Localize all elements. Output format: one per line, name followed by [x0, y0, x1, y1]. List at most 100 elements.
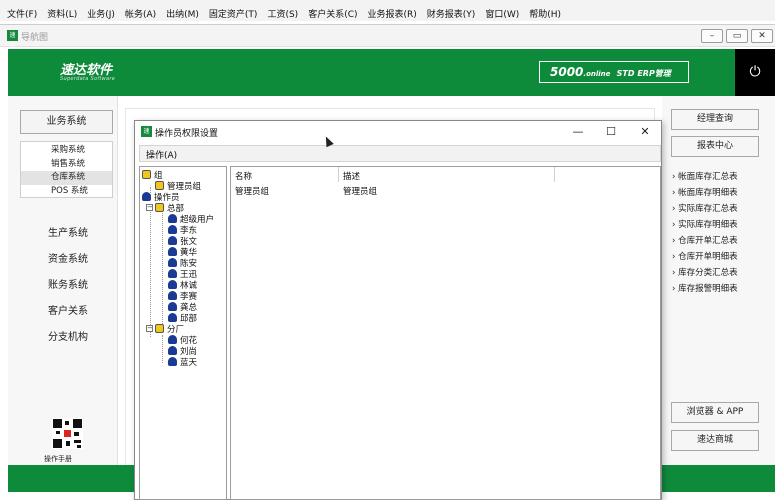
nav-link-production[interactable]: 生产系统	[48, 224, 88, 239]
report-link[interactable]: › 帐面库存明细表	[672, 186, 738, 198]
menu-accounts[interactable]: 帐务(A)	[120, 7, 161, 20]
menu-file[interactable]: 文件(F)	[2, 7, 42, 20]
power-icon[interactable]: ⏻	[735, 49, 775, 96]
sub-system-list: 采购系统 销售系统 仓库系统 POS 系统	[20, 141, 113, 198]
person-icon	[168, 346, 177, 355]
tree-node-operator[interactable]: 超级用户	[168, 213, 214, 225]
tree-node-hq[interactable]: − 总部	[146, 202, 184, 214]
close-icon[interactable]: ✕	[751, 29, 773, 43]
person-icon	[168, 313, 177, 322]
sub-item-sales[interactable]: 销售系统	[21, 158, 112, 172]
dialog-title: 操作员权限设置	[155, 129, 219, 139]
menu-help[interactable]: 帮助(H)	[524, 7, 566, 20]
manager-query-button[interactable]: 经理查询	[671, 109, 759, 130]
tree-node-operator[interactable]: 刘尚	[168, 345, 197, 357]
group-icon	[155, 203, 164, 212]
person-icon	[168, 236, 177, 245]
report-link[interactable]: › 库存分类汇总表	[672, 266, 738, 278]
person-icon	[168, 280, 177, 289]
group-icon	[155, 181, 164, 190]
tree-node-operator[interactable]: 蓝天	[168, 356, 197, 368]
product-edition: .online	[583, 70, 611, 78]
tree-node-operator[interactable]: 黄华	[168, 246, 197, 258]
column-header-description[interactable]: 描述	[343, 170, 360, 182]
report-link-label: 实际库存明细表	[678, 220, 738, 230]
navigation-window-title: 导航图	[21, 33, 49, 43]
person-icon	[168, 269, 177, 278]
person-icon	[168, 225, 177, 234]
tree-node-operator[interactable]: 李东	[168, 224, 197, 236]
tree-node-operator[interactable]: 龚总	[168, 301, 197, 313]
sub-item-warehouse[interactable]: 仓库系统	[21, 171, 112, 185]
operation-menu-button[interactable]: 操作(A)	[146, 148, 177, 161]
sub-item-pos[interactable]: POS 系统	[21, 185, 112, 199]
nav-link-funds[interactable]: 资金系统	[48, 250, 88, 265]
report-link-label: 库存报警明细表	[678, 284, 738, 294]
browser-app-button[interactable]: 浏览器 & APP	[671, 402, 759, 423]
cell-description: 管理员组	[343, 187, 378, 197]
collapse-icon[interactable]: −	[146, 325, 153, 332]
tree-node-operator[interactable]: 陈安	[168, 257, 197, 269]
menu-data[interactable]: 资料(L)	[42, 7, 82, 20]
nav-link-crm[interactable]: 客户关系	[48, 302, 88, 317]
minimize-icon[interactable]: –	[701, 29, 723, 43]
group-icon	[142, 170, 151, 179]
business-system-button[interactable]: 业务系统	[20, 110, 113, 134]
manual-label[interactable]: 操作手册	[44, 454, 72, 464]
cell-name: 管理员组	[235, 187, 270, 197]
report-link[interactable]: › 实际库存明细表	[672, 218, 738, 230]
column-divider[interactable]	[338, 167, 339, 182]
tree-node-branch[interactable]: − 分厂	[146, 323, 184, 335]
report-link-label: 实际库存汇总表	[678, 204, 738, 214]
tree-node-operator[interactable]: 张文	[168, 235, 197, 247]
tree-node-operator[interactable]: 邱部	[168, 312, 197, 324]
maximize-icon[interactable]: ☐	[598, 124, 624, 140]
nav-link-branches[interactable]: 分支机构	[48, 328, 88, 343]
menu-crm[interactable]: 客户关系(C)	[303, 7, 362, 20]
tree-node-operator[interactable]: 何花	[168, 334, 197, 346]
tree-node-operator[interactable]: 李赛	[168, 290, 197, 302]
nav-link-accounting[interactable]: 账务系统	[48, 276, 88, 291]
report-link-label: 帐面库存汇总表	[678, 172, 738, 182]
report-link-label: 仓库开单汇总表	[678, 236, 738, 246]
person-icon	[168, 302, 177, 311]
group-icon	[155, 324, 164, 333]
report-link[interactable]: › 帐面库存汇总表	[672, 170, 738, 182]
restore-icon[interactable]: ▭	[726, 29, 748, 43]
minimize-icon[interactable]: —	[565, 124, 591, 140]
tree-node-operator[interactable]: 王迅	[168, 268, 197, 280]
tree-node-operator[interactable]: 林诚	[168, 279, 197, 291]
tree-node-operator-root[interactable]: 操作员	[142, 191, 180, 203]
report-link-label: 帐面库存明细表	[678, 188, 738, 198]
tree-node-admin-group[interactable]: 管理员组	[155, 180, 201, 192]
dialog-app-icon: 速达	[141, 126, 152, 146]
menu-business-reports[interactable]: 业务报表(R)	[363, 7, 422, 20]
person-icon	[168, 214, 177, 223]
menu-fixed-assets[interactable]: 固定资产(T)	[204, 7, 263, 20]
menu-cashier[interactable]: 出纳(M)	[161, 7, 204, 20]
column-divider[interactable]	[554, 167, 555, 182]
report-link[interactable]: › 实际库存汇总表	[672, 202, 738, 214]
dialog-titlebar: 速达 操作员权限设置 — ☐ ✕	[135, 121, 661, 146]
menu-payroll[interactable]: 工资(S)	[262, 7, 303, 20]
column-header-name[interactable]: 名称	[235, 170, 252, 182]
qr-code-icon[interactable]	[52, 418, 83, 449]
menu-window[interactable]: 窗口(W)	[480, 7, 524, 20]
report-center-button[interactable]: 报表中心	[671, 136, 759, 157]
report-link[interactable]: › 仓库开单明细表	[672, 250, 738, 262]
report-link-label: 库存分类汇总表	[678, 268, 738, 278]
report-link[interactable]: › 库存报警明细表	[672, 282, 738, 294]
collapse-icon[interactable]: −	[146, 204, 153, 211]
report-link[interactable]: › 仓库开单汇总表	[672, 234, 738, 246]
product-badge: 5000.online STD ERP管理	[539, 61, 689, 83]
navigation-window-titlebar: 速达 导航图 – ▭ ✕	[0, 25, 775, 50]
report-link-label: 仓库开单明细表	[678, 252, 738, 262]
menu-finance-reports[interactable]: 财务报表(Y)	[422, 7, 481, 20]
superdata-mall-button[interactable]: 速达商城	[671, 430, 759, 451]
menubar: 文件(F) 资料(L) 业务(J) 帐务(A) 出纳(M) 固定资产(T) 工资…	[0, 5, 775, 21]
close-icon[interactable]: ✕	[632, 124, 658, 140]
sub-item-purchase[interactable]: 采购系统	[21, 144, 112, 158]
group-list: 名称 描述 管理员组 管理员组	[230, 166, 661, 500]
tree-node-group-root[interactable]: 组	[142, 169, 163, 181]
menu-business[interactable]: 业务(J)	[82, 7, 120, 20]
